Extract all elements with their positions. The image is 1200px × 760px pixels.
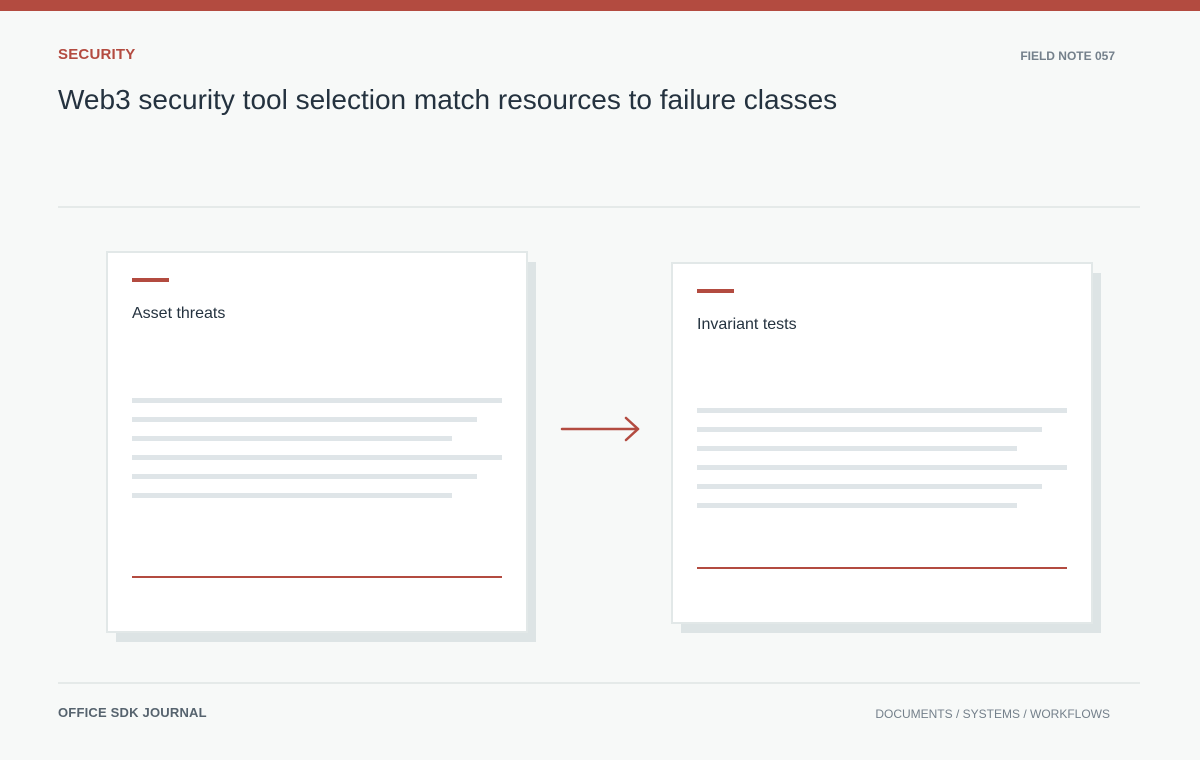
card-accent-bar: [132, 278, 169, 282]
card-title: Asset threats: [132, 305, 226, 322]
placeholder-line: [132, 493, 452, 498]
placeholder-line: [697, 427, 1042, 432]
card-accent-bar: [697, 289, 734, 293]
journal-name: OFFICE SDK JOURNAL: [58, 705, 207, 720]
section-kicker: SECURITY: [58, 46, 136, 63]
field-note-label: FIELD NOTE 057: [1020, 49, 1115, 63]
placeholder-line: [132, 474, 477, 479]
page-title: Web3 security tool selection match resou…: [58, 84, 838, 115]
placeholder-line: [132, 417, 477, 422]
card-footer-rule: [132, 576, 502, 578]
header-divider: [58, 206, 1140, 208]
footer-divider: [58, 682, 1140, 684]
card-title: Invariant tests: [697, 316, 797, 333]
right-arrow-icon: [560, 416, 640, 442]
top-accent-bar: [0, 0, 1200, 11]
placeholder-line: [697, 484, 1042, 489]
placeholder-line: [697, 446, 1017, 451]
placeholder-line: [132, 398, 502, 403]
placeholder-line: [132, 436, 452, 441]
invariant-tests-card: Invariant tests: [671, 262, 1093, 624]
card-footer-rule: [697, 567, 1067, 569]
asset-threats-card: Asset threats: [106, 251, 528, 633]
placeholder-line: [697, 465, 1067, 470]
placeholder-line: [132, 455, 502, 460]
placeholder-line: [697, 503, 1017, 508]
placeholder-line: [697, 408, 1067, 413]
breadcrumb: DOCUMENTS / SYSTEMS / WORKFLOWS: [875, 707, 1110, 721]
